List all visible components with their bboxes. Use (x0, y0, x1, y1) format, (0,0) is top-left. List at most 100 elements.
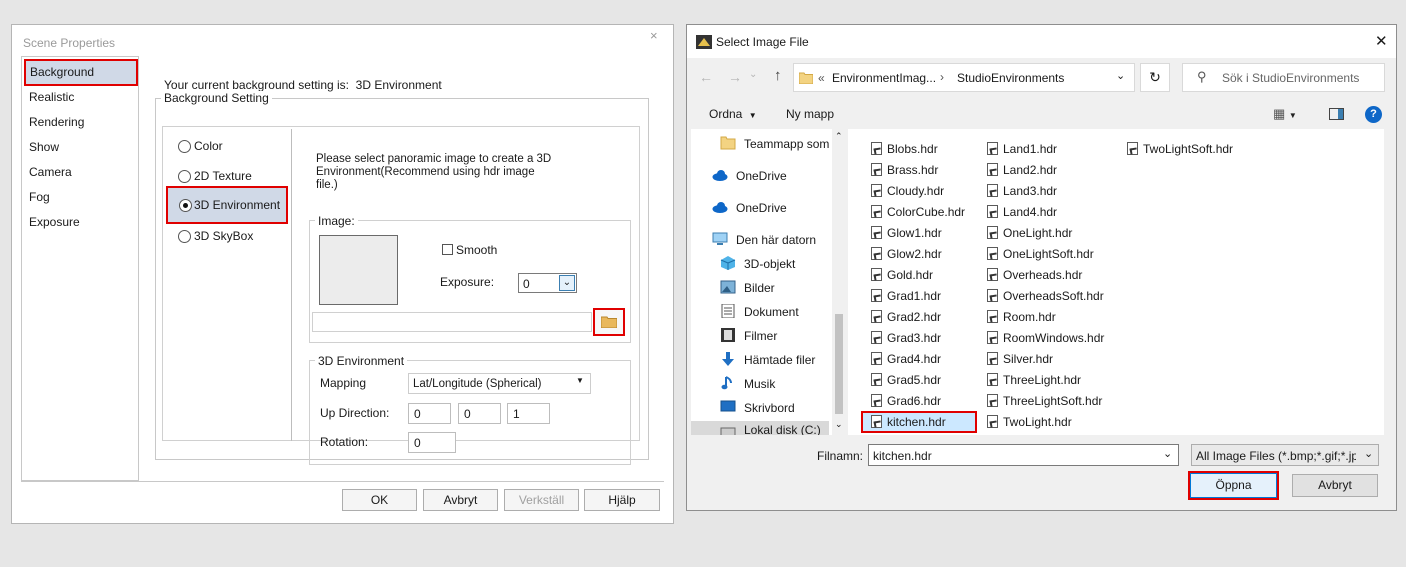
hdr-file-icon (871, 394, 882, 407)
chevron-down-icon[interactable]: ⌄ (1163, 447, 1172, 460)
file-name: Grad5.hdr (887, 373, 942, 387)
file-item[interactable]: kitchen.hdr (861, 411, 977, 433)
file-name: Grad6.hdr (887, 394, 942, 408)
mapping-select[interactable]: Lat/Longitude (Spherical) ▼ (408, 373, 591, 394)
nav-item-teammapp[interactable]: Teammapp som (691, 133, 831, 157)
cloud-icon (712, 202, 728, 213)
radio-button-selected[interactable] (179, 199, 192, 212)
help-button[interactable]: Hjälp (584, 489, 660, 511)
window-title: Scene Properties (23, 36, 116, 50)
hdr-file-icon (987, 184, 998, 197)
preview-pane-icon[interactable] (1329, 108, 1344, 120)
group-label: Background Setting (161, 91, 272, 105)
sidebar-item-show[interactable]: Show (29, 140, 59, 154)
sidebar-item-exposure[interactable]: Exposure (29, 215, 80, 229)
chevron-down-icon: ▼ (576, 376, 584, 385)
file-name: Cloudy.hdr (887, 184, 945, 198)
hdr-file-icon (987, 163, 998, 176)
hdr-file-icon (987, 289, 998, 302)
organize-button[interactable]: Ordna ▼ (709, 107, 757, 121)
breadcrumb-item[interactable]: EnvironmentImag... (832, 71, 936, 85)
scrollbar-thumb[interactable] (835, 314, 843, 414)
rotation-field[interactable]: 0 (408, 432, 456, 453)
up-direction-x-field[interactable]: 0 (408, 403, 451, 424)
search-input[interactable]: ⚲ Sök i StudioEnvironments (1182, 63, 1385, 92)
hdr-file-icon (987, 310, 998, 323)
chevron-down-icon[interactable]: ⌄ (1116, 69, 1125, 82)
navigation-pane: Teammapp som OneDrive OneDrive Den här d… (691, 129, 846, 435)
nav-item-3d-objects[interactable]: 3D-objekt (691, 253, 831, 277)
up-direction-z-field[interactable]: 1 (507, 403, 550, 424)
sidebar-item-rendering[interactable]: Rendering (29, 115, 84, 129)
close-icon[interactable]: × (650, 28, 658, 43)
desktop-icon (720, 400, 736, 412)
scroll-up-icon[interactable]: ⌃ (835, 131, 843, 142)
breadcrumb-item[interactable]: StudioEnvironments (957, 71, 1064, 85)
smooth-checkbox[interactable] (442, 244, 453, 255)
dialog-title: Select Image File (716, 35, 809, 49)
image-path-field[interactable] (312, 312, 592, 332)
file-name: OneLight.hdr (1003, 226, 1073, 240)
radio-button[interactable] (178, 230, 191, 243)
nav-item-pictures[interactable]: Bilder (691, 277, 831, 301)
nav-item-onedrive[interactable]: OneDrive (691, 197, 831, 221)
filename-input[interactable]: kitchen.hdr ⌄ (868, 444, 1179, 466)
nav-item-onedrive[interactable]: OneDrive (691, 165, 831, 189)
hdr-file-icon (871, 415, 882, 428)
address-bar[interactable]: « EnvironmentImag... › StudioEnvironment… (793, 63, 1135, 92)
hdr-file-icon (871, 352, 882, 365)
hdr-file-icon (987, 205, 998, 218)
file-name: Grad3.hdr (887, 331, 942, 345)
radio-button[interactable] (178, 170, 191, 183)
app-icon (696, 35, 712, 49)
new-folder-button[interactable]: Ny mapp (786, 107, 834, 121)
current-setting-text: Your current background setting is: 3D E… (164, 78, 442, 92)
file-name: Brass.hdr (887, 163, 939, 177)
help-icon[interactable]: ? (1365, 106, 1382, 123)
hdr-file-icon (871, 184, 882, 197)
refresh-button[interactable]: ↻ (1140, 63, 1170, 92)
recent-dropdown-icon[interactable]: ⌄ (749, 69, 757, 80)
nav-item-music[interactable]: Musik (691, 373, 831, 397)
file-name: Overheads.hdr (1003, 268, 1083, 282)
sidebar-item-realistic[interactable]: Realistic (29, 90, 74, 104)
nav-item-desktop[interactable]: Skrivbord (691, 397, 831, 421)
hdr-file-icon (871, 268, 882, 281)
nav-item-local-disk[interactable]: Lokal disk (C:) (691, 421, 829, 435)
radio-3d-environment[interactable]: 3D Environment (166, 186, 288, 224)
nav-item-documents[interactable]: Dokument (691, 301, 831, 325)
cancel-button[interactable]: Avbryt (423, 489, 498, 511)
hdr-file-icon (987, 415, 998, 428)
nav-item-downloads[interactable]: Hämtade filer (691, 349, 831, 373)
forward-arrow-icon[interactable]: → (728, 69, 742, 85)
back-arrow-icon[interactable]: ← (699, 69, 713, 85)
ok-button[interactable]: OK (342, 489, 417, 511)
file-name: Grad2.hdr (887, 310, 942, 324)
up-arrow-icon[interactable]: ↑ (774, 67, 782, 84)
cancel-button[interactable]: Avbryt (1292, 474, 1378, 497)
apply-button[interactable]: Verkställ (504, 489, 579, 511)
radio-button[interactable] (178, 140, 191, 153)
file-name: Grad1.hdr (887, 289, 942, 303)
exposure-dropdown[interactable]: 0 ⌄ (518, 273, 577, 293)
file-name: TwoLightSoft.hdr (1143, 142, 1234, 156)
sidebar-item-camera[interactable]: Camera (29, 165, 72, 179)
file-type-filter[interactable]: All Image Files (*.bmp;*.gif;*.jpg ⌄ (1191, 444, 1379, 466)
folder-icon (720, 136, 736, 150)
file-name: Glow2.hdr (887, 247, 942, 261)
nav-item-this-pc[interactable]: Den här datorn (691, 229, 831, 253)
browse-folder-button[interactable] (593, 308, 625, 336)
folder-icon (799, 72, 813, 84)
scroll-down-icon[interactable]: ⌄ (835, 419, 843, 430)
sidebar-item-background[interactable]: Background (24, 59, 138, 86)
computer-icon (712, 232, 728, 245)
chevron-down-icon[interactable]: ⌄ (559, 275, 575, 291)
file-name: Silver.hdr (1003, 352, 1054, 366)
close-icon[interactable]: ✕ (1375, 32, 1388, 50)
up-direction-y-field[interactable]: 0 (458, 403, 501, 424)
view-options-icon[interactable]: ▦ ▼ (1273, 106, 1297, 122)
nav-scrollbar[interactable]: ⌃ ⌄ (832, 129, 846, 435)
nav-item-videos[interactable]: Filmer (691, 325, 831, 349)
sidebar-item-fog[interactable]: Fog (29, 190, 50, 204)
open-button[interactable]: Öppna (1188, 471, 1279, 500)
